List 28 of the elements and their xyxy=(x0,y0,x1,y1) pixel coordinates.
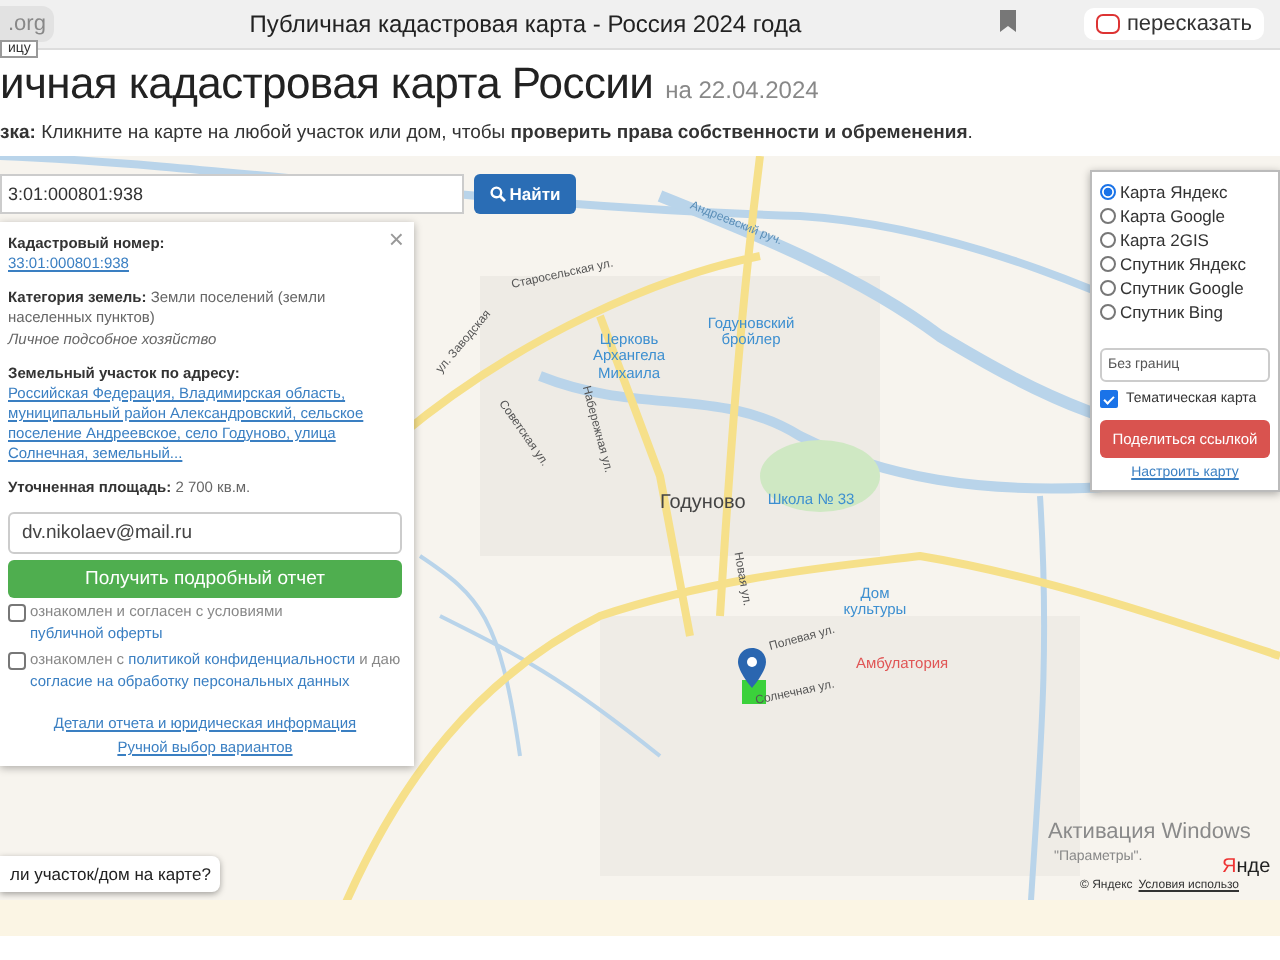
map-layer-option[interactable]: Карта 2GIS xyxy=(1100,228,1270,252)
page-title: Публичная кадастровая карта - Россия 2024 года xyxy=(247,10,804,38)
map-layer-option[interactable]: Карта Google xyxy=(1100,204,1270,228)
map-logo: Янде xyxy=(1222,856,1271,878)
page-heading: ичная кадастровая карта России xyxy=(0,58,654,110)
bookmark-icon[interactable] xyxy=(1000,10,1017,32)
activation-title: Активация Windows xyxy=(1048,820,1251,844)
address-text[interactable]: .org xyxy=(0,6,54,42)
checkbox[interactable] xyxy=(8,604,26,623)
map-layer-option[interactable]: Карта Яндекс xyxy=(1100,180,1270,204)
search-icon xyxy=(489,186,506,202)
retell-icon xyxy=(1096,14,1121,34)
close-button[interactable]: × xyxy=(388,224,404,254)
search-field[interactable]: 3:01:000801:938 xyxy=(0,174,464,214)
search-button[interactable]: Найти xyxy=(474,174,576,214)
map-layer-option[interactable]: Спутник Google xyxy=(1100,276,1270,300)
report-button[interactable]: Получить подробный отчет xyxy=(8,560,402,599)
map-layer-option[interactable]: Спутник Яндекс xyxy=(1100,252,1270,276)
checkbox[interactable] xyxy=(8,652,26,671)
checkbox[interactable] xyxy=(1100,390,1118,408)
hint-text: зка: Кликните на карте на любой участок или дом, чтобы проверить права собственности и обременения. xyxy=(0,122,975,144)
map-layer-option[interactable]: Спутник Bing xyxy=(1100,300,1270,324)
retell-button[interactable]: пересказать xyxy=(1084,8,1264,40)
map-pin-icon[interactable] xyxy=(738,648,766,688)
email-field[interactable]: dv.nikolaev@mail.ru xyxy=(8,512,402,555)
find-plot-button[interactable]: ли участок/дом на карте? xyxy=(0,856,221,892)
date-text: на 22.04.2024 xyxy=(665,76,819,104)
map-label: Годуново xyxy=(660,492,746,514)
